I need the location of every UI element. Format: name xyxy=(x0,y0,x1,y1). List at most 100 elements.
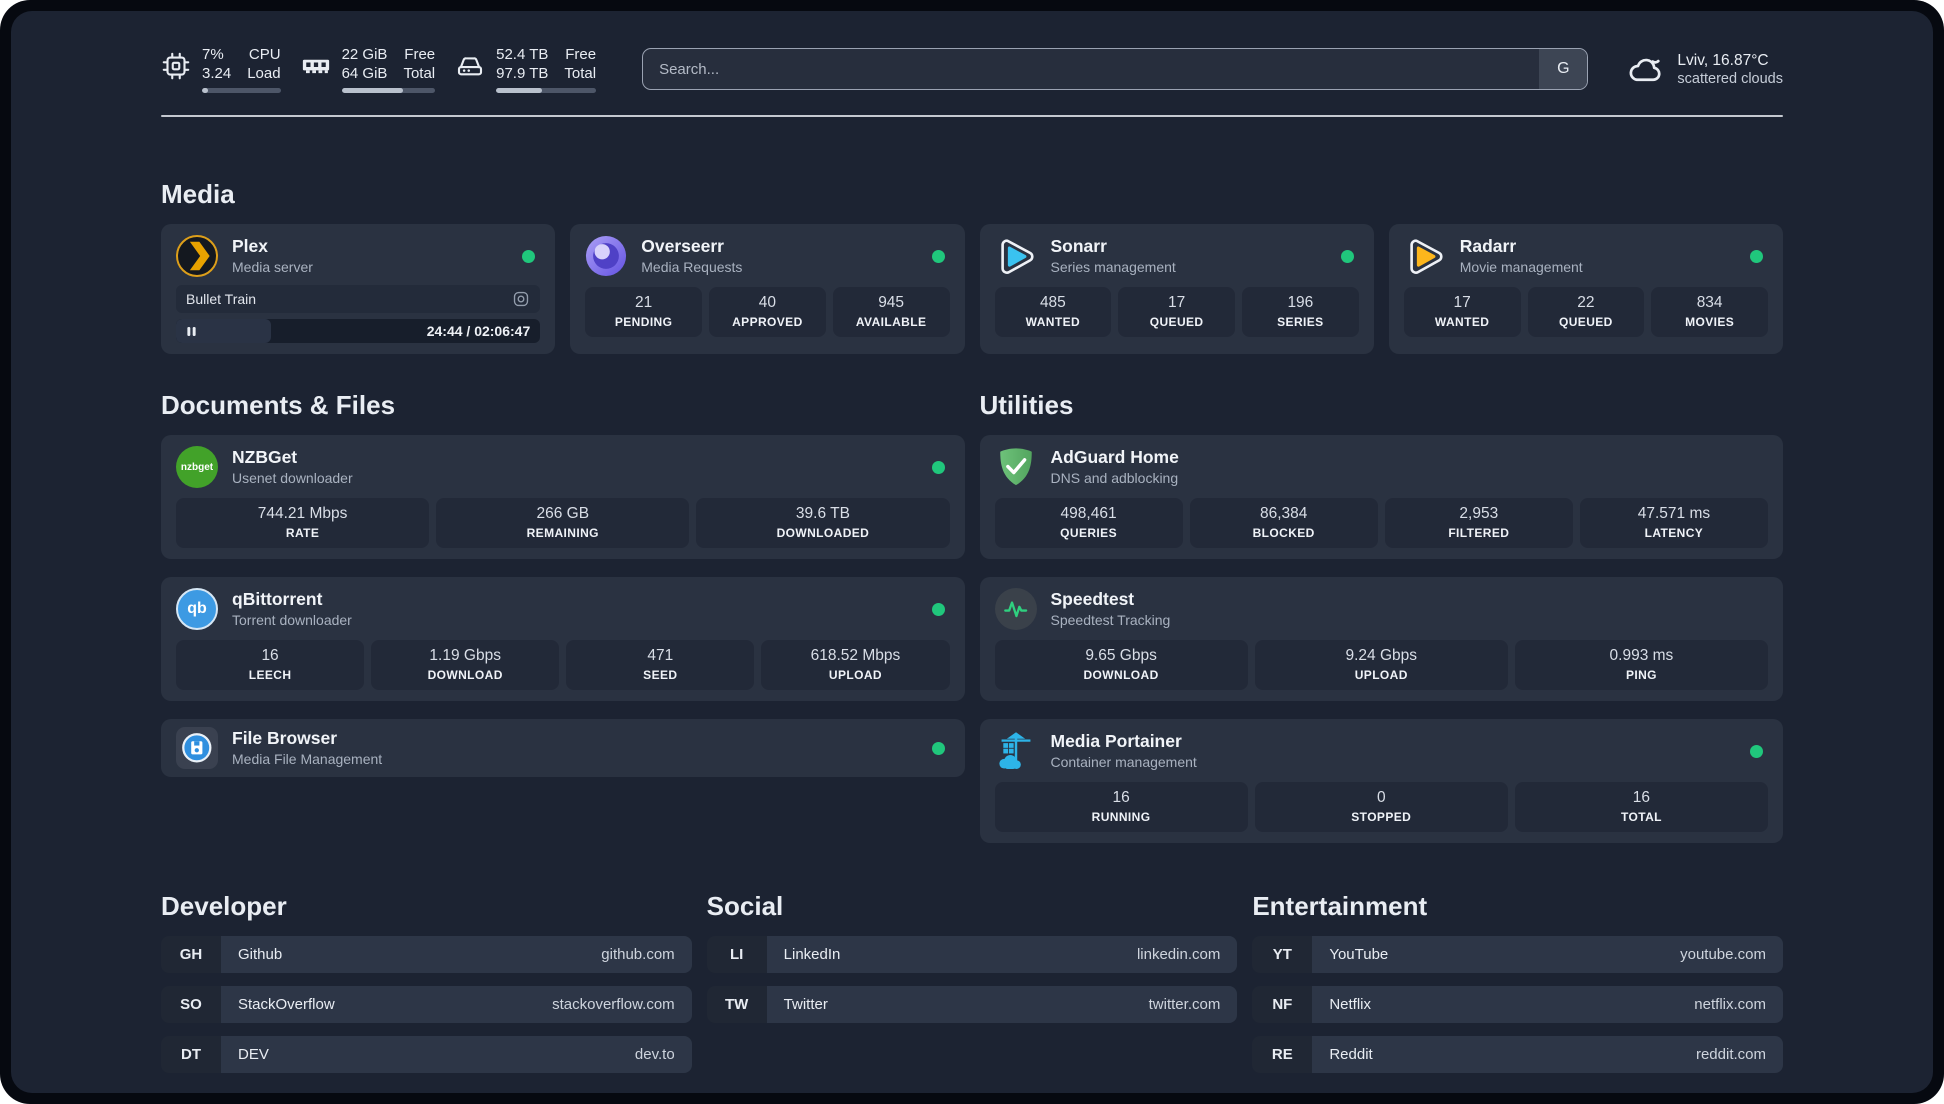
stat-value: 266 GB xyxy=(536,505,590,522)
stat-label: QUEUED xyxy=(1149,315,1204,329)
bookmark-name: YouTube xyxy=(1329,946,1389,963)
playback-progress-bar: 24:44 / 02:06:47 xyxy=(176,319,541,343)
stat-value: 17 xyxy=(1168,294,1186,311)
stat-label: MOVIES xyxy=(1685,315,1735,329)
link-netflix[interactable]: NF Netflix netflix.com xyxy=(1252,986,1783,1023)
cpu-usage-label: CPU xyxy=(248,46,281,63)
stat-label: UPLOAD xyxy=(828,668,882,682)
service-subtitle: Media server xyxy=(232,259,313,276)
stat-tile: 2,953 FILTERED xyxy=(1384,498,1573,548)
memory-total-label: Total xyxy=(403,65,436,82)
service-title: Radarr xyxy=(1459,236,1517,257)
card-speedtest[interactable]: Speedtest Speedtest Tracking 9.65 Gbps D… xyxy=(979,577,1783,701)
card-overseerr[interactable]: Overseerr Media Requests 21 PENDING 40 A… xyxy=(570,224,965,354)
stat-label: TOTAL xyxy=(1620,810,1662,824)
search-provider-button[interactable]: G xyxy=(1539,49,1588,89)
bookmark-url: reddit.com xyxy=(1695,1046,1766,1063)
stat-tile: 471 SEED xyxy=(566,640,755,690)
stat-value: 1.19 Gbps xyxy=(429,647,501,664)
stat-tile: 21 PENDING xyxy=(585,287,702,337)
cloud-icon xyxy=(1626,50,1664,88)
media-source-icon xyxy=(512,290,530,308)
stat-tile: 40 APPROVED xyxy=(709,287,826,337)
cpu-load-value: 3.24 xyxy=(202,65,232,82)
stat-value: 2,953 xyxy=(1459,505,1499,522)
stat-value: 471 xyxy=(647,647,674,664)
bookmark-name: Twitter xyxy=(783,996,828,1013)
weather-widget: Lviv, 16.87°C scattered clouds xyxy=(1626,50,1783,88)
link-stackoverflow[interactable]: SO StackOverflow stackoverflow.com xyxy=(161,986,692,1023)
stat-value: 498,461 xyxy=(1060,505,1117,522)
card-qbittorrent[interactable]: qb qBittorrent Torrent downloader 16 LEE… xyxy=(161,577,965,701)
bookmark-abbr: LI xyxy=(706,936,767,973)
section-title-entertainment: Entertainment xyxy=(1252,891,1428,921)
card-adguard-home[interactable]: AdGuard Home DNS and adblocking 498,461 … xyxy=(979,435,1783,559)
header-divider xyxy=(161,115,1783,117)
stat-tile: 834 MOVIES xyxy=(1651,287,1768,337)
service-stats: 9.65 Gbps DOWNLOAD 9.24 Gbps UPLOAD 0.99… xyxy=(994,640,1769,690)
cpu-icon xyxy=(161,51,191,81)
section-media: Media Plex Media server Bullet Train 24:… xyxy=(161,179,1783,354)
service-title: NZBGet xyxy=(232,447,298,468)
stat-label: APPROVED xyxy=(732,315,803,329)
sonarr-icon xyxy=(995,235,1037,277)
service-card-header: Radarr Movie management xyxy=(1404,235,1768,277)
service-title: Overseerr xyxy=(641,236,724,257)
service-card-header: AdGuard Home DNS and adblocking xyxy=(995,446,1769,488)
stat-value: 16 xyxy=(1112,789,1130,806)
dashboard-window: 7% 3.24 CPU Load 22 GiB 64 GiB Free Tota… xyxy=(0,0,1944,1104)
service-subtitle: Series management xyxy=(1050,259,1176,276)
ram-icon xyxy=(301,51,331,81)
stat-value: 9.24 Gbps xyxy=(1345,647,1418,664)
bookmark-body: YouTube youtube.com xyxy=(1312,936,1783,973)
search-input[interactable] xyxy=(643,49,1540,89)
link-dev[interactable]: DT DEV dev.to xyxy=(161,1036,692,1073)
dashboard-page: 7% 3.24 CPU Load 22 GiB 64 GiB Free Tota… xyxy=(11,11,1933,1093)
now-playing-widget: Bullet Train 24:44 / 02:06:47 xyxy=(176,285,541,343)
card-plex[interactable]: Plex Media server Bullet Train 24:44 / 0… xyxy=(161,224,556,354)
stat-label: QUEUED xyxy=(1559,315,1613,329)
stat-tile: 0 STOPPED xyxy=(1254,782,1508,832)
stat-tile: 498,461 QUERIES xyxy=(994,498,1183,548)
stat-label: WANTED xyxy=(1434,315,1490,329)
stat-tile: 16 LEECH xyxy=(176,640,365,690)
service-title: File Browser xyxy=(232,728,338,749)
link-linkedin[interactable]: LI LinkedIn linkedin.com xyxy=(706,936,1238,973)
link-youtube[interactable]: YT YouTube youtube.com xyxy=(1252,936,1783,973)
speedtest-icon xyxy=(994,588,1037,630)
service-card-header: Sonarr Series management xyxy=(995,235,1359,277)
bookmark-rows: LI LinkedIn linkedin.com TW Twitter twit… xyxy=(706,936,1238,1023)
stat-tile: 744.21 Mbps RATE xyxy=(176,498,430,548)
memory-free-value: 22 GiB xyxy=(341,46,388,63)
service-subtitle: Media Requests xyxy=(641,259,743,276)
card-sonarr[interactable]: Sonarr Series management 485 WANTED 17 Q… xyxy=(979,224,1374,354)
bookmark-abbr: DT xyxy=(161,1036,221,1073)
card-nzbget[interactable]: nzbget NZBGet Usenet downloader 744.21 M… xyxy=(161,435,965,559)
documents-cards-column: nzbget NZBGet Usenet downloader 744.21 M… xyxy=(161,435,965,777)
stat-value: 16 xyxy=(261,647,279,664)
service-title: qBittorrent xyxy=(232,589,323,610)
playback-time: 24:44 / 02:06:47 xyxy=(426,323,531,339)
service-stats: 744.21 Mbps RATE 266 GB REMAINING 39.6 T… xyxy=(176,498,950,548)
cpu-usage-value: 7% xyxy=(202,46,224,63)
card-file-browser[interactable]: File Browser Media File Management xyxy=(161,719,965,777)
service-subtitle: Container management xyxy=(1050,754,1197,771)
weather-location-temp: Lviv, 16.87°C xyxy=(1677,51,1769,69)
top-bar: 7% 3.24 CPU Load 22 GiB 64 GiB Free Tota… xyxy=(161,41,1783,97)
link-twitter[interactable]: TW Twitter twitter.com xyxy=(706,986,1238,1023)
card-radarr[interactable]: Radarr Movie management 17 WANTED 22 QUE… xyxy=(1388,224,1783,354)
status-online-dot xyxy=(1750,250,1763,263)
service-card-header: nzbget NZBGet Usenet downloader xyxy=(176,446,950,488)
stat-value: 618.52 Mbps xyxy=(810,647,901,664)
section-utilities: Utilities AdGuard Home DNS and adblockin… xyxy=(979,390,1783,843)
cpu-stat: 7% 3.24 CPU Load xyxy=(161,45,281,93)
now-playing-row: Bullet Train xyxy=(176,285,541,313)
overseerr-icon xyxy=(585,235,627,277)
link-github[interactable]: GH Github github.com xyxy=(161,936,692,973)
service-card-header: Overseerr Media Requests xyxy=(585,235,949,277)
now-playing-title: Bullet Train xyxy=(186,291,257,307)
link-reddit[interactable]: RE Reddit reddit.com xyxy=(1252,1036,1783,1073)
stat-tile: 16 TOTAL xyxy=(1514,782,1769,832)
stat-value: 744.21 Mbps xyxy=(257,505,348,522)
card-media-portainer[interactable]: Media Portainer Container management 16 … xyxy=(979,719,1783,843)
